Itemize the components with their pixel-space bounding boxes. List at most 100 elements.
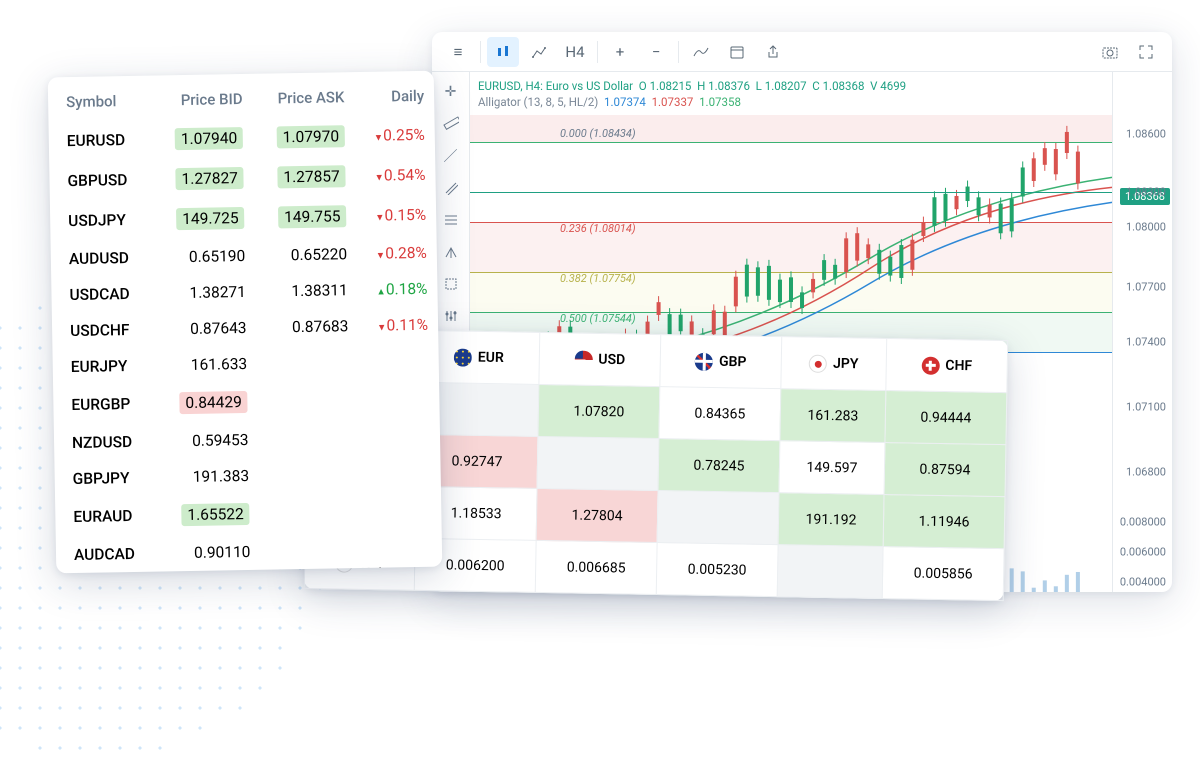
bid-cell: 161.633 (155, 346, 257, 384)
matrix-col-jpy[interactable]: JPY (781, 337, 887, 391)
bid-cell: 1.65522 (158, 494, 261, 536)
ask-cell: 1.27857 (254, 156, 357, 198)
col-bid[interactable]: Price BID (150, 80, 253, 120)
matrix-cell[interactable] (657, 491, 779, 545)
quote-row[interactable]: USDJPY149.725149.755▾0.15% (50, 195, 437, 242)
ask-cell (259, 456, 361, 494)
quote-row[interactable]: AUDCAD0.90110 (56, 531, 443, 574)
matrix-cell[interactable]: 0.94444 (885, 390, 1007, 444)
parallel-lines-icon[interactable] (437, 174, 465, 202)
ask-cell (257, 344, 359, 382)
symbol-cell: NZDUSD (54, 424, 157, 462)
daily-cell: ▾0.54% (355, 155, 435, 196)
y-tick: 1.08000 (1126, 221, 1166, 234)
symbol-cell: USDCHF (52, 312, 155, 350)
shape-icon[interactable] (437, 270, 465, 298)
symbol-cell: USDJPY (50, 200, 153, 242)
matrix-cell[interactable] (537, 436, 659, 490)
timeframe-button[interactable]: H4 (559, 37, 591, 67)
symbol-cell: USDCAD (51, 276, 154, 314)
bid-cell: 149.725 (152, 198, 255, 240)
matrix-col-gbp[interactable]: GBP (660, 335, 782, 389)
y-tick: 0.006000 (1120, 546, 1166, 559)
matrix-cell[interactable]: 0.84365 (659, 387, 781, 441)
menu-icon[interactable]: ≡ (442, 37, 474, 67)
fibonacci-icon[interactable] (437, 206, 465, 234)
y-tick: 1.06800 (1126, 466, 1166, 479)
fullscreen-icon[interactable] (1130, 37, 1162, 67)
y-tick: 0.008000 (1120, 516, 1166, 529)
pitchfork-icon[interactable] (437, 238, 465, 266)
symbol-cell: GBPUSD (49, 160, 152, 202)
bid-cell: 0.84429 (156, 382, 259, 424)
matrix-cell[interactable]: 1.07820 (538, 384, 660, 438)
symbol-cell: AUDUSD (51, 240, 154, 278)
matrix-cell[interactable]: 1.11946 (883, 494, 1005, 548)
y-tick: 1.07100 (1126, 401, 1166, 414)
zoom-out-icon[interactable]: − (640, 37, 672, 67)
matrix-cell[interactable]: 0.87594 (884, 442, 1006, 496)
usd-flag-icon (574, 350, 592, 368)
chart-toolbar: ≡ H4 + − (432, 32, 1172, 72)
y-axis: 1.08368 1.086001.083001.080001.077001.07… (1112, 72, 1172, 592)
ask-cell: 1.07970 (253, 116, 356, 158)
autoscale-icon[interactable] (685, 37, 717, 67)
matrix-cell[interactable]: 0.005230 (656, 543, 778, 597)
matrix-col-chf[interactable]: CHF (886, 339, 1008, 393)
trendline-icon[interactable]: ／ (437, 142, 465, 170)
matrix-cell[interactable]: 0.005856 (882, 546, 1004, 600)
daily-cell: ▾0.25% (355, 115, 435, 156)
current-price-line (470, 192, 1112, 193)
zoom-in-icon[interactable]: + (604, 37, 636, 67)
matrix-cell[interactable]: 161.283 (780, 389, 886, 443)
symbol-cell: AUDCAD (56, 536, 159, 574)
eur-flag-icon (454, 348, 472, 366)
jpy-flag-icon (809, 354, 827, 372)
quote-row[interactable]: EURUSD1.079401.07970▾0.25% (48, 115, 435, 162)
settings-icon[interactable] (437, 302, 465, 330)
crosshair-icon[interactable]: ✛ (437, 78, 465, 106)
quote-row[interactable]: GBPUSD1.278271.27857▾0.54% (49, 155, 436, 202)
daily-cell: ▾0.28% (357, 235, 437, 272)
col-symbol[interactable]: Symbol (48, 82, 151, 122)
ask-cell (259, 492, 362, 534)
ask-cell (258, 420, 360, 458)
share-icon[interactable] (757, 37, 789, 67)
col-ask[interactable]: Price ASK (252, 78, 355, 118)
daily-cell: ▴0.18% (357, 271, 437, 308)
ruler-icon[interactable] (437, 110, 465, 138)
daily-cell (360, 419, 440, 456)
daily-cell (362, 531, 442, 568)
quote-row[interactable]: EURAUD1.65522 (55, 491, 442, 538)
camera-icon[interactable] (1094, 37, 1126, 67)
daily-cell: ▾0.11% (358, 307, 438, 344)
bid-cell: 0.59453 (156, 422, 258, 460)
bid-cell: 191.383 (157, 458, 259, 496)
y-tick: 0.004000 (1120, 576, 1166, 589)
quotes-panel: Symbol Price BID Price ASK Daily EURUSD1… (48, 71, 443, 574)
matrix-cell[interactable]: 191.192 (778, 493, 884, 547)
chf-flag-icon (921, 356, 939, 374)
quotes-table: Symbol Price BID Price ASK Daily EURUSD1… (48, 77, 442, 574)
bid-cell: 1.07940 (151, 118, 254, 160)
daily-cell (359, 379, 439, 420)
indicators-icon[interactable] (523, 37, 555, 67)
quote-row[interactable]: EURGBP0.84429 (53, 379, 440, 426)
daily-cell (361, 455, 441, 492)
gbp-flag-icon (695, 352, 713, 370)
matrix-cell[interactable]: 149.597 (779, 441, 885, 495)
symbol-cell: EURUSD (48, 120, 151, 162)
y-tick: 1.08300 (1126, 186, 1166, 199)
matrix-cell[interactable] (777, 545, 883, 599)
daily-cell: ▾0.15% (356, 195, 436, 236)
matrix-cell[interactable]: 1.27804 (536, 488, 658, 542)
matrix-cell[interactable]: 0.006685 (535, 540, 657, 594)
calendar-icon[interactable] (721, 37, 753, 67)
matrix-cell[interactable]: 0.78245 (658, 439, 780, 493)
col-daily[interactable]: Daily (354, 77, 434, 116)
symbol-cell: GBPJPY (54, 460, 157, 498)
ask-cell: 0.65220 (255, 236, 357, 274)
candlestick-icon[interactable] (487, 37, 519, 67)
daily-cell (361, 491, 441, 532)
matrix-col-usd[interactable]: USD (539, 332, 661, 386)
